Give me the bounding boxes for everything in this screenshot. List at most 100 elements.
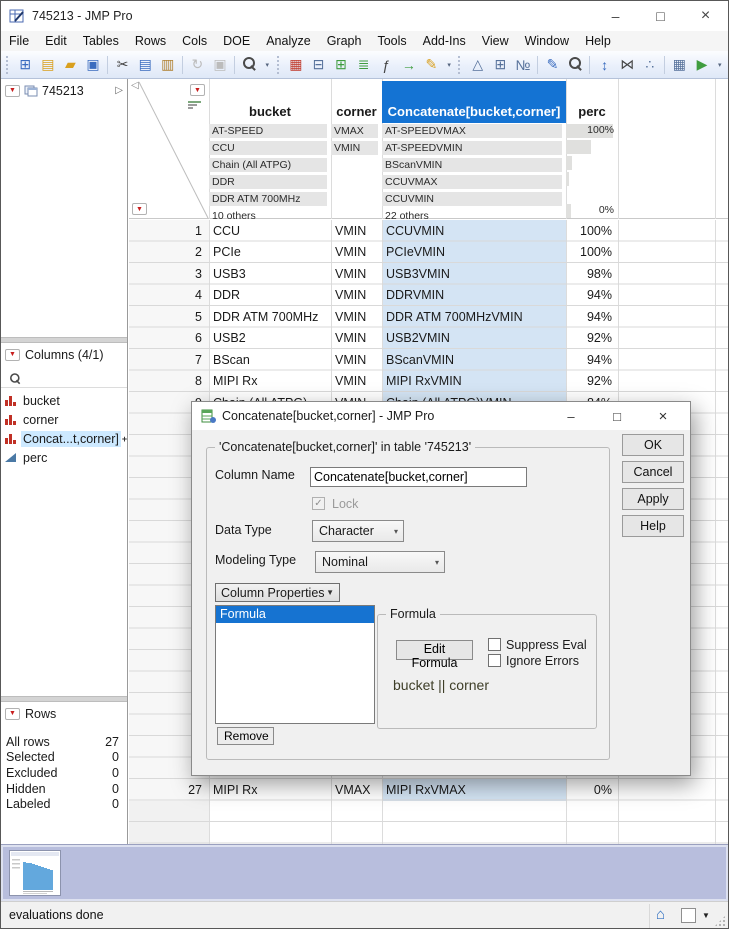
concatenate-cell[interactable]: MIPI RxVMIN [382, 370, 566, 392]
maximize-button[interactable]: □ [638, 1, 683, 31]
menu-item[interactable]: Analyze [258, 31, 318, 51]
column-header-corner[interactable]: corner [331, 79, 382, 123]
bucket-cell[interactable]: USB2 [209, 327, 331, 349]
perc-cell[interactable]: 100% [566, 220, 618, 242]
filter-item[interactable]: 22 others [382, 209, 566, 225]
corner-cell[interactable]: VMIN [331, 370, 382, 392]
menu-item[interactable]: Cols [174, 31, 215, 51]
sort-indicator-icon[interactable] [188, 101, 202, 110]
dialog-close-button[interactable]: × [642, 402, 684, 430]
column-header-bucket[interactable]: bucket [209, 79, 331, 123]
concatenate-cell[interactable]: DDRVMIN [382, 284, 566, 306]
concatenate-cell[interactable]: USB2VMIN [382, 327, 566, 349]
columns-menu-icon[interactable]: ▼ [5, 348, 20, 361]
column-item[interactable]: perc [1, 448, 127, 467]
panel-divider[interactable] [1, 337, 127, 343]
filter-item[interactable]: AT-SPEEDVMIN [382, 141, 566, 157]
filter-item[interactable]: VMIN [331, 141, 382, 157]
expand-icon[interactable]: ▷ [115, 85, 123, 96]
formula-icon[interactable]: ƒ [376, 54, 397, 76]
menu-item[interactable]: Tools [369, 31, 414, 51]
ignore-errors-checkbox[interactable] [488, 654, 501, 667]
perc-histogram-row[interactable] [566, 155, 618, 171]
column-header-perc[interactable]: perc [566, 79, 618, 123]
recode-icon[interactable]: № [513, 54, 534, 76]
dialog-button[interactable]: Cancel [622, 461, 684, 483]
menu-item[interactable]: Add-Ins [415, 31, 474, 51]
search-icon[interactable] [239, 54, 260, 76]
copy-icon[interactable]: ▤ [135, 54, 156, 76]
menu-item[interactable]: Edit [37, 31, 75, 51]
corner-cell[interactable]: VMIN [331, 241, 382, 263]
corner-cell[interactable]: VMIN [331, 263, 382, 285]
filter-item[interactable]: AT-SPEED [209, 124, 331, 140]
table-name[interactable]: 745213 [42, 84, 84, 98]
preview-icon[interactable] [565, 54, 586, 76]
remove-button[interactable]: Remove [217, 727, 274, 745]
concatenate-cell[interactable]: DDR ATM 700MHzVMIN [382, 306, 566, 328]
save-icon[interactable]: ▣ [83, 54, 104, 76]
row-number-cell[interactable]: 27 [129, 779, 209, 801]
row-number-cell[interactable]: 4 [129, 284, 209, 306]
filter-item[interactable]: VMAX [331, 124, 382, 140]
columns-search-input[interactable] [23, 368, 123, 385]
dialog-minimize-button[interactable]: – [550, 402, 592, 430]
filter-item[interactable]: CCUVMIN [382, 192, 566, 208]
filter-item[interactable]: 10 others [209, 209, 331, 225]
data-type-select[interactable]: Character ▾ [312, 520, 404, 542]
close-button[interactable]: × [683, 1, 728, 31]
menu-item[interactable]: File [1, 31, 37, 51]
column-properties-button[interactable]: Column Properties ▼ [215, 583, 340, 602]
concatenate-cell[interactable]: USB3VMIN [382, 263, 566, 285]
split-table-icon[interactable]: ⊞ [331, 54, 352, 76]
filter-item[interactable]: CCUVMAX [382, 175, 566, 191]
column-item[interactable]: Concat...t,corner] + [1, 429, 127, 448]
row-number-cell[interactable]: 7 [129, 349, 209, 371]
resize-grip[interactable] [714, 915, 726, 927]
concatenate-cell[interactable]: PCIeVMIN [382, 241, 566, 263]
data-table-icon[interactable]: ▦ [286, 54, 307, 76]
bucket-cell[interactable]: DDR ATM 700MHz [209, 306, 331, 328]
column-item[interactable]: corner [1, 410, 127, 429]
dialog-button[interactable]: Apply [622, 488, 684, 510]
concatenate-cell[interactable]: BScanVMIN [382, 349, 566, 371]
sort-table-icon[interactable]: ≣ [353, 54, 374, 76]
perc-cell[interactable]: 94% [566, 349, 618, 371]
rows-menu-icon[interactable]: ▼ [5, 707, 20, 720]
concatenate-cell[interactable]: MIPI RxVMAX [382, 779, 566, 801]
corner-cell[interactable]: VMIN [331, 306, 382, 328]
perc-cell[interactable]: 0% [566, 779, 618, 801]
minimize-button[interactable]: – [593, 1, 638, 31]
perc-cell[interactable]: 92% [566, 370, 618, 392]
perc-histogram-row[interactable]: 100% [566, 123, 618, 139]
tabulate-icon[interactable]: ⊟ [308, 54, 329, 76]
bucket-cell[interactable]: USB3 [209, 263, 331, 285]
column-name-input[interactable] [310, 467, 527, 487]
new-data-table-icon[interactable]: ⊞ [15, 54, 36, 76]
add-rows-icon[interactable]: ⊞ [490, 54, 511, 76]
home-icon[interactable]: ⌂ [656, 906, 665, 923]
dialog-button[interactable]: Help [622, 515, 684, 537]
join-tables-icon[interactable]: → [399, 54, 420, 76]
menu-item[interactable]: Window [517, 31, 577, 51]
suppress-eval-checkbox[interactable] [488, 638, 501, 651]
corner-cell[interactable]: VMIN [331, 220, 382, 242]
tree-view-icon[interactable]: ∴ [640, 54, 661, 76]
formula-expression[interactable]: bucket || corner [393, 677, 489, 693]
toolbar-overflow-icon[interactable]: ▾ [262, 54, 273, 76]
bucket-cell[interactable]: PCIe [209, 241, 331, 263]
menu-item[interactable]: DOE [215, 31, 258, 51]
row-number-cell[interactable]: 2 [129, 241, 209, 263]
dialog-maximize-button[interactable]: □ [596, 402, 638, 430]
menu-item[interactable]: Help [577, 31, 619, 51]
corner-cell[interactable]: VMIN [331, 349, 382, 371]
perc-histogram-row[interactable] [566, 187, 618, 203]
filter-item[interactable]: BScanVMIN [382, 158, 566, 174]
filter-item[interactable]: DDR [209, 175, 331, 191]
bucket-cell[interactable]: MIPI Rx [209, 779, 331, 801]
edit-formula-button[interactable]: Edit Formula [396, 640, 473, 670]
row-number-cell[interactable]: 3 [129, 263, 209, 285]
perc-cell[interactable]: 94% [566, 284, 618, 306]
row-number-cell[interactable]: 1 [129, 220, 209, 242]
status-dropdown-icon[interactable]: ▼ [702, 911, 710, 920]
